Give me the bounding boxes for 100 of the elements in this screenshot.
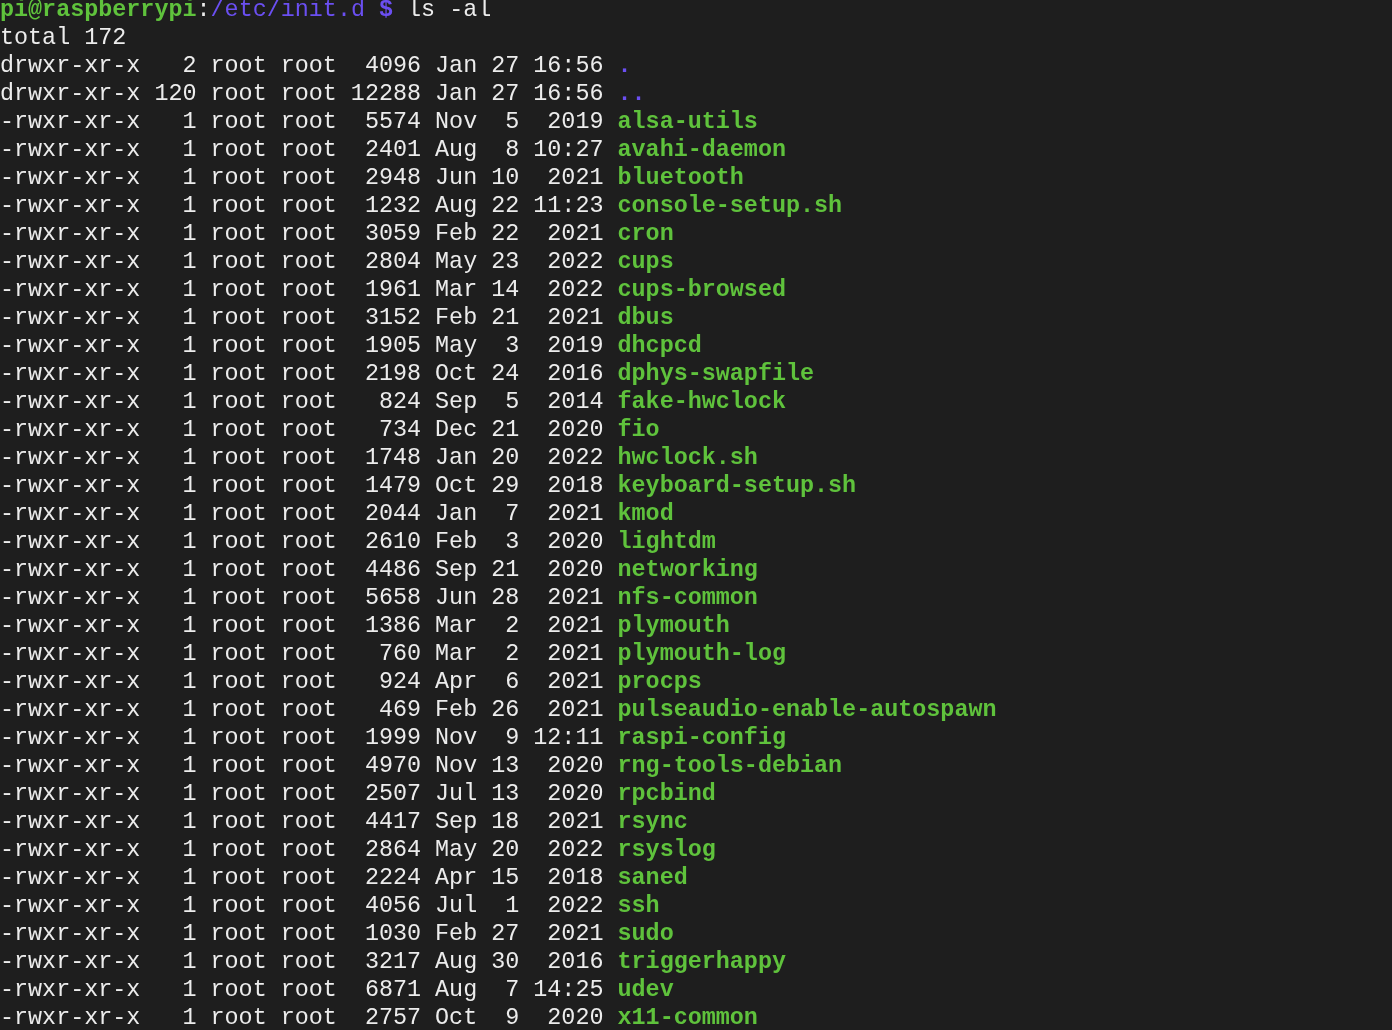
owner-name: root	[210, 808, 267, 836]
file-size: 1386	[364, 612, 422, 640]
total-line: total 172	[0, 25, 127, 51]
date-day: 7	[505, 500, 520, 528]
link-count: 1	[182, 696, 197, 724]
date-month: Feb	[435, 920, 478, 948]
file-name: rpcbind	[617, 780, 716, 808]
file-name: pulseaudio-enable-autospawn	[617, 696, 997, 724]
date-day: 20	[491, 444, 520, 472]
group-name: root	[280, 724, 337, 752]
file-size: 1030	[364, 920, 422, 948]
link-count: 1	[182, 164, 197, 192]
date-month: Sep	[435, 808, 478, 836]
file-size: 924	[378, 668, 422, 696]
owner-name: root	[210, 192, 267, 220]
date-month: Jan	[435, 500, 478, 528]
date-time: 2020	[547, 780, 604, 808]
date-time: 2021	[547, 696, 604, 724]
file-name: sudo	[617, 920, 674, 948]
permissions-text: -rwxr-xr-x	[0, 640, 141, 668]
link-count: 1	[182, 836, 197, 864]
file-name: .	[617, 52, 632, 80]
file-size: 2610	[364, 528, 422, 556]
date-time: 2022	[547, 276, 604, 304]
group-name: root	[280, 80, 337, 108]
owner-name: root	[210, 948, 267, 976]
date-day: 8	[505, 136, 520, 164]
owner-name: root	[210, 864, 267, 892]
date-day: 5	[505, 388, 520, 416]
file-name: avahi-daemon	[617, 136, 786, 164]
date-month: Aug	[435, 948, 478, 976]
date-day: 29	[491, 472, 520, 500]
group-name: root	[280, 136, 337, 164]
file-name: cups	[617, 248, 674, 276]
link-count: 1	[182, 528, 197, 556]
owner-name: root	[210, 780, 267, 808]
date-time: 2022	[547, 444, 604, 472]
file-name: x11-common	[617, 1004, 758, 1030]
permissions-text: -rwxr-xr-x	[0, 332, 141, 360]
date-month: Sep	[435, 388, 478, 416]
link-count: 1	[182, 556, 197, 584]
file-name: cron	[617, 220, 674, 248]
link-count: 1	[182, 388, 197, 416]
date-month: Jan	[435, 444, 478, 472]
owner-name: root	[210, 976, 267, 1004]
group-name: root	[280, 696, 337, 724]
file-name: rsync	[617, 808, 688, 836]
date-time: 2021	[547, 640, 604, 668]
date-time: 2016	[547, 360, 604, 388]
permissions-text: -rwxr-xr-x	[0, 192, 141, 220]
date-day: 10	[491, 164, 520, 192]
file-name: raspi-config	[617, 724, 786, 752]
group-name: root	[280, 304, 337, 332]
owner-name: root	[210, 724, 267, 752]
group-name: root	[280, 332, 337, 360]
file-name: dhcpcd	[617, 332, 702, 360]
owner-name: root	[210, 892, 267, 920]
permissions-text: -rwxr-xr-x	[0, 612, 141, 640]
file-size: 2804	[364, 248, 422, 276]
link-count: 1	[182, 304, 197, 332]
group-name: root	[280, 948, 337, 976]
permissions-text: -rwxr-xr-x	[0, 108, 141, 136]
owner-name: root	[210, 276, 267, 304]
owner-name: root	[210, 836, 267, 864]
date-day: 21	[491, 304, 520, 332]
date-day: 27	[491, 52, 520, 80]
date-time: 2022	[547, 836, 604, 864]
date-time: 10:27	[533, 136, 604, 164]
date-day: 20	[491, 836, 520, 864]
group-name: root	[280, 892, 337, 920]
file-name: fio	[617, 416, 660, 444]
permissions-text: -rwxr-xr-x	[0, 556, 141, 584]
date-month: Aug	[435, 192, 478, 220]
date-day: 18	[491, 808, 520, 836]
file-name: nfs-common	[617, 584, 758, 612]
owner-name: root	[210, 388, 267, 416]
permissions-text: -rwxr-xr-x	[0, 220, 141, 248]
link-count: 1	[182, 724, 197, 752]
date-time: 2020	[547, 416, 604, 444]
owner-name: root	[210, 1004, 267, 1030]
group-name: root	[280, 444, 337, 472]
date-time: 2021	[547, 668, 604, 696]
date-month: Jun	[435, 164, 478, 192]
owner-name: root	[210, 52, 267, 80]
file-size: 2224	[364, 864, 422, 892]
permissions-text: -rwxr-xr-x	[0, 976, 141, 1004]
date-month: Nov	[435, 108, 478, 136]
link-count: 1	[182, 584, 197, 612]
date-time: 2019	[547, 332, 604, 360]
permissions-text: -rwxr-xr-x	[0, 696, 141, 724]
group-name: root	[280, 584, 337, 612]
date-month: Nov	[435, 724, 478, 752]
date-time: 2021	[547, 584, 604, 612]
group-name: root	[280, 836, 337, 864]
group-name: root	[280, 164, 337, 192]
permissions-text: -rwxr-xr-x	[0, 920, 141, 948]
permissions-text: -rwxr-xr-x	[0, 472, 141, 500]
link-count: 1	[182, 500, 197, 528]
owner-name: root	[210, 472, 267, 500]
link-count: 1	[182, 192, 197, 220]
